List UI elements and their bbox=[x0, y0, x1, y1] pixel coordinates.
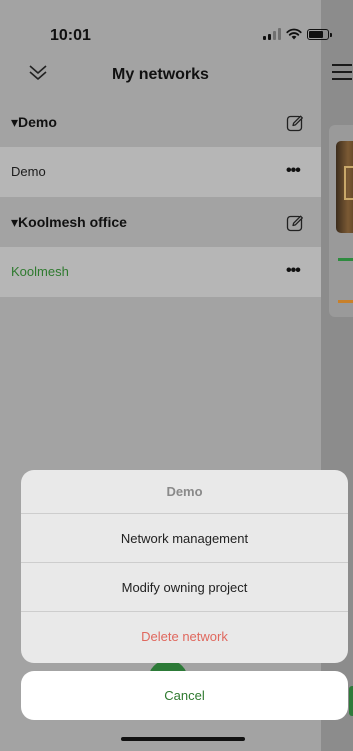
battery-icon bbox=[307, 28, 332, 40]
network-name: Koolmesh bbox=[11, 264, 69, 279]
network-management-button[interactable]: Network management bbox=[21, 514, 348, 563]
network-row-demo[interactable]: Demo ••• bbox=[0, 147, 321, 197]
network-name: Demo bbox=[11, 164, 46, 179]
delete-network-button[interactable]: Delete network bbox=[21, 612, 348, 661]
background-photo bbox=[336, 141, 353, 233]
menu-icon[interactable] bbox=[332, 64, 352, 80]
orange-indicator bbox=[338, 300, 353, 303]
edit-icon[interactable] bbox=[286, 114, 304, 132]
cancel-button[interactable]: Cancel bbox=[21, 671, 348, 720]
page-title: My networks bbox=[112, 66, 209, 83]
group-header-koolmesh-office[interactable]: ▾Koolmesh office bbox=[0, 199, 321, 247]
status-time: 10:01 bbox=[50, 27, 91, 44]
wifi-icon bbox=[286, 28, 302, 40]
network-row-koolmesh[interactable]: Koolmesh ••• bbox=[0, 247, 321, 297]
home-indicator bbox=[121, 737, 245, 741]
status-icons bbox=[263, 28, 332, 40]
green-indicator bbox=[338, 258, 353, 261]
group-header-demo[interactable]: ▾Demo bbox=[0, 99, 321, 147]
group-title: ▾Demo bbox=[11, 114, 57, 130]
status-bar: 10:01 bbox=[0, 0, 332, 54]
edit-icon[interactable] bbox=[286, 214, 304, 232]
group-title: ▾Koolmesh office bbox=[11, 214, 127, 230]
background-tab-button bbox=[349, 686, 353, 716]
screen: 10:01 My networks ▾Demo Demo ••• ▾Koolme… bbox=[0, 0, 353, 751]
more-icon[interactable]: ••• bbox=[286, 163, 301, 179]
drawer-header: My networks bbox=[0, 54, 321, 98]
action-sheet-title: Demo bbox=[21, 470, 348, 514]
modify-owning-project-button[interactable]: Modify owning project bbox=[21, 563, 348, 612]
more-icon[interactable]: ••• bbox=[286, 263, 301, 279]
action-sheet: Demo Network management Modify owning pr… bbox=[21, 470, 348, 663]
signal-icon bbox=[263, 28, 281, 40]
